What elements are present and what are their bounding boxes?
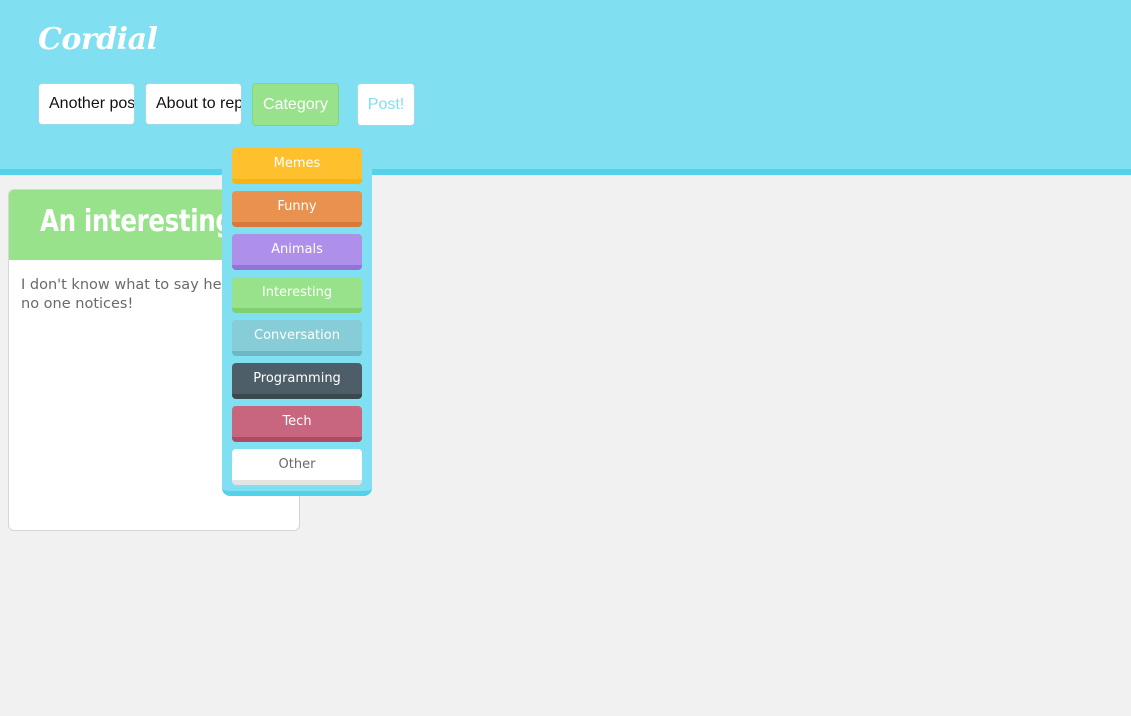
category-option-interesting[interactable]: Interesting <box>232 277 362 313</box>
post-title-input[interactable] <box>38 83 135 125</box>
post-body-input[interactable] <box>145 83 242 125</box>
category-option-animals[interactable]: Animals <box>232 234 362 270</box>
app-logo[interactable]: Cordial <box>38 22 158 57</box>
category-option-programming[interactable]: Programming <box>232 363 362 399</box>
category-dropdown-button[interactable]: Category <box>252 83 339 126</box>
category-option-memes[interactable]: Memes <box>232 148 362 184</box>
category-option-funny[interactable]: Funny <box>232 191 362 227</box>
app-header: Cordial Category Post! <box>0 0 1131 175</box>
category-option-tech[interactable]: Tech <box>232 406 362 442</box>
post-submit-button[interactable]: Post! <box>357 83 415 126</box>
category-option-other[interactable]: Other <box>232 449 362 485</box>
category-option-conversation[interactable]: Conversation <box>232 320 362 356</box>
category-menu: Memes Funny Animals Interesting Conversa… <box>222 148 372 496</box>
